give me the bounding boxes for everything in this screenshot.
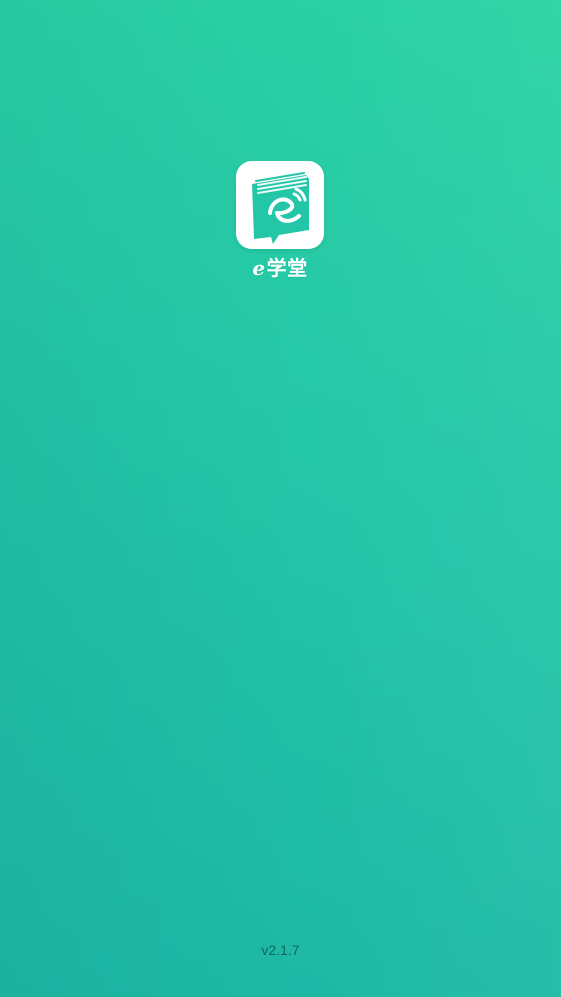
app-version: v2.1.7 — [261, 942, 300, 958]
book-e-logo-icon — [236, 161, 324, 249]
app-logo — [236, 161, 324, 249]
app-name-suffix: 学堂 — [266, 256, 308, 280]
app-name: e学堂 — [236, 254, 324, 282]
app-name-prefix: e — [252, 256, 266, 280]
splash-screen: e学堂 v2.1.7 — [0, 0, 561, 997]
